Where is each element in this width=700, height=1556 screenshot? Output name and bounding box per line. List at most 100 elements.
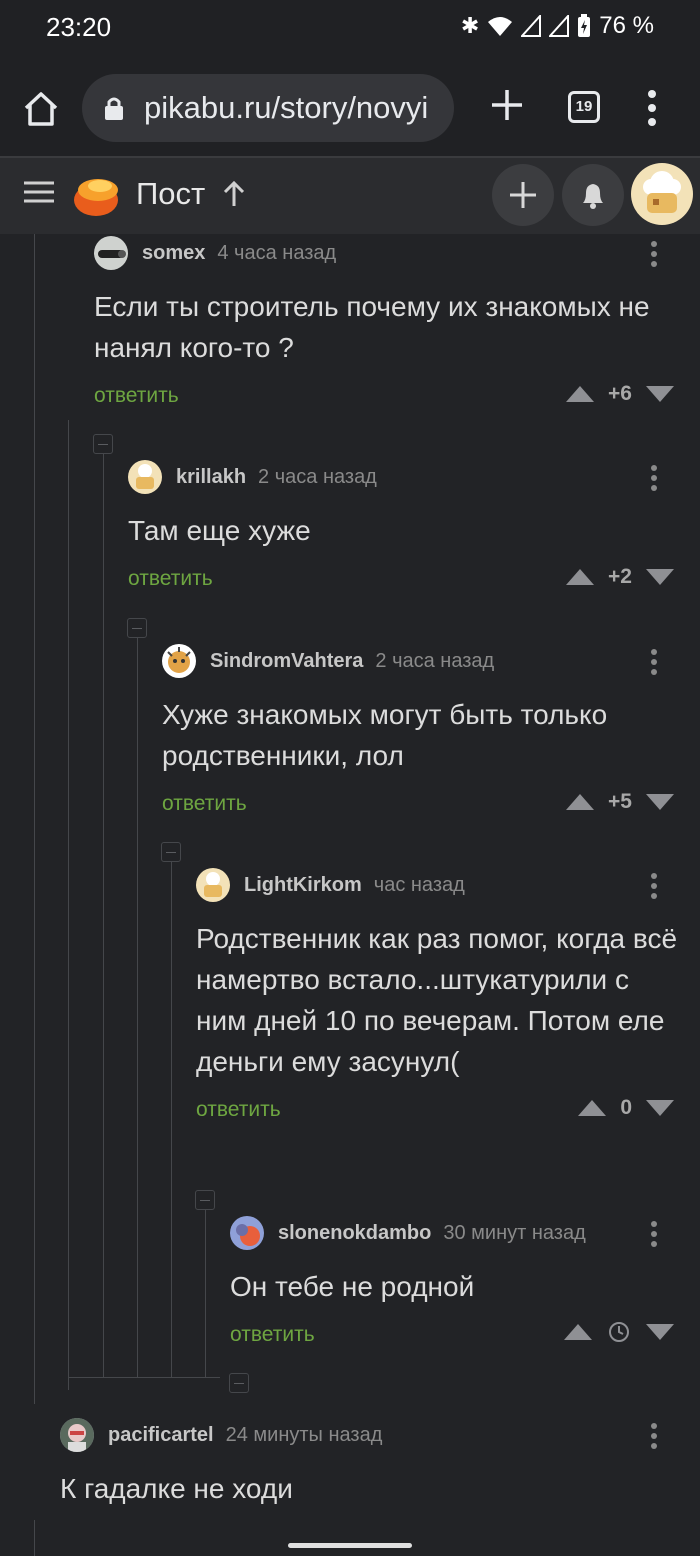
thread-line <box>34 234 35 1404</box>
notifications-button[interactable] <box>562 164 624 226</box>
comment-header: LightKirkom час назад <box>196 868 680 904</box>
vote-score: +5 <box>608 790 632 813</box>
pikabu-logo-icon[interactable] <box>72 170 124 218</box>
downvote-icon[interactable] <box>644 1322 676 1342</box>
reply-link[interactable]: ответить <box>196 1098 281 1122</box>
wifi-icon <box>488 17 513 36</box>
upvote-icon[interactable] <box>564 384 596 404</box>
comment-text: К гадалке не ходи <box>60 1473 293 1504</box>
new-tab-icon[interactable] <box>488 86 526 124</box>
comment-time: 4 часа назад <box>217 242 337 264</box>
more-icon[interactable] <box>650 1422 658 1450</box>
comment-footer: ответить +2 <box>128 561 680 601</box>
comment-author[interactable]: LightKirkom час назад <box>244 874 465 897</box>
upvote-icon[interactable] <box>564 567 596 587</box>
upvote-icon[interactable] <box>562 1322 594 1342</box>
browser-menu-icon[interactable] <box>640 88 664 128</box>
username[interactable]: krillakh <box>176 466 246 488</box>
vote-controls: +5 <box>564 790 676 814</box>
thread-line <box>137 638 138 1378</box>
avatar-image-icon <box>98 250 126 258</box>
comment: slonenokdambo 30 минут назад Он тебе не р… <box>230 1216 680 1357</box>
signal-icon <box>521 15 542 37</box>
collapse-button[interactable] <box>229 1373 249 1393</box>
comment-author[interactable]: slonenokdambo 30 минут назад <box>278 1222 586 1245</box>
comment-time: 24 минуты назад <box>225 1424 383 1446</box>
vote-controls <box>562 1321 676 1343</box>
home-icon[interactable] <box>22 90 60 128</box>
scroll-up-icon[interactable] <box>222 180 246 208</box>
avatar[interactable] <box>128 460 162 494</box>
menu-icon[interactable] <box>24 180 54 204</box>
vote-controls: +2 <box>564 565 676 589</box>
avatar-image-icon <box>236 1224 260 1246</box>
collapse-button[interactable] <box>195 1190 215 1210</box>
more-icon[interactable] <box>650 464 658 492</box>
upvote-icon[interactable] <box>576 1098 608 1118</box>
reply-link[interactable]: ответить <box>162 792 247 816</box>
clock-icon <box>609 1322 629 1342</box>
username[interactable]: pacificartel <box>108 1424 214 1446</box>
collapse-button[interactable] <box>127 618 147 638</box>
browser-toolbar: pikabu.ru/story/novyi 19 <box>0 56 700 158</box>
downvote-icon[interactable] <box>644 792 676 812</box>
upvote-icon[interactable] <box>564 792 596 812</box>
username[interactable]: slonenokdambo <box>278 1222 431 1244</box>
thread-line <box>34 1520 35 1556</box>
more-icon[interactable] <box>650 648 658 676</box>
battery-icon <box>578 14 591 37</box>
comment-time: час назад <box>373 874 465 896</box>
comment: LightKirkom час назад Родственник как раз… <box>196 868 680 1132</box>
reply-link[interactable]: ответить <box>230 1323 315 1347</box>
bell-icon <box>583 184 603 209</box>
vote-controls: +6 <box>564 382 676 406</box>
downvote-icon[interactable] <box>644 1098 676 1118</box>
thread-line <box>103 454 104 1378</box>
avatar[interactable] <box>196 868 230 902</box>
bluetooth-icon: ✱ <box>460 13 480 38</box>
comment-time: 30 минут назад <box>443 1222 586 1244</box>
vote-score: +6 <box>608 382 632 405</box>
user-avatar[interactable] <box>631 163 693 225</box>
comment-author[interactable]: krillakh 2 часа назад <box>176 466 377 489</box>
vote-controls: 0 <box>576 1096 676 1120</box>
avatar[interactable] <box>162 644 196 678</box>
comment-author[interactable]: pacificartel 24 минуты назад <box>108 1424 382 1447</box>
comment-footer: ответить +5 <box>162 786 680 826</box>
comment-time: 2 часа назад <box>375 650 495 672</box>
reply-link[interactable]: ответить <box>94 384 179 408</box>
downvote-icon[interactable] <box>644 567 676 587</box>
comment-text: Он тебе не родной <box>230 1271 475 1302</box>
app-header: Пост <box>0 158 700 234</box>
comment-text: Если ты строитель почему их знакомых не … <box>94 291 650 363</box>
reply-link[interactable]: ответить <box>128 567 213 591</box>
comment-text: Хуже знакомых могут быть только родствен… <box>162 699 608 771</box>
more-icon[interactable] <box>650 1220 658 1248</box>
status-time: 23:20 <box>46 12 112 42</box>
status-bar: 23:20 ✱ 76 % <box>0 0 700 56</box>
address-bar[interactable]: pikabu.ru/story/novyi <box>82 74 454 142</box>
username[interactable]: somex <box>142 242 205 264</box>
downvote-icon[interactable] <box>644 384 676 404</box>
comment-author[interactable]: SindromVahtera 2 часа назад <box>210 650 494 673</box>
tab-switcher-button[interactable]: 19 <box>568 91 600 123</box>
avatar[interactable] <box>60 1418 94 1452</box>
thread-line <box>205 1210 206 1378</box>
avatar[interactable] <box>230 1216 264 1250</box>
username[interactable]: SindromVahtera <box>210 650 363 672</box>
username[interactable]: LightKirkom <box>244 874 362 896</box>
avatar-image-icon <box>204 872 222 897</box>
avatar-image-icon <box>167 647 191 673</box>
comment-author[interactable]: somex 4 часа назад <box>142 242 336 265</box>
comment-text: Родственник как раз помог, когда всё нам… <box>196 923 678 1077</box>
collapse-button[interactable] <box>161 842 181 862</box>
more-icon[interactable] <box>650 872 658 900</box>
add-post-button[interactable] <box>492 164 554 226</box>
home-indicator[interactable] <box>288 1543 412 1548</box>
comment: pacificartel 24 минуты назад К гадалке не… <box>60 1418 680 1509</box>
collapse-button[interactable] <box>93 434 113 454</box>
comment: somex 4 часа назад Если ты строитель поче… <box>94 236 680 418</box>
thread-divider <box>68 1377 220 1378</box>
more-icon[interactable] <box>650 240 658 268</box>
avatar[interactable] <box>94 236 128 270</box>
